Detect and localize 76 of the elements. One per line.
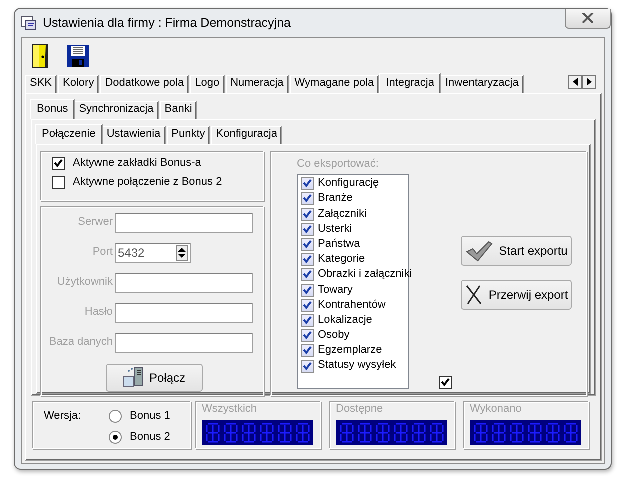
list-item-label[interactable]: Towary: [318, 284, 353, 297]
tab[interactable]: Bonus: [30, 99, 76, 119]
tab[interactable]: Ustawienia: [102, 126, 166, 144]
field-label: Hasło: [84, 306, 114, 320]
list-item-label[interactable]: Statusy wysyłek: [318, 359, 396, 373]
close-button[interactable]: [565, 9, 611, 29]
left-arrow-icon: [572, 78, 578, 86]
export-button[interactable]: Start exportu: [461, 236, 572, 266]
version-label: Wersja:: [44, 410, 82, 424]
tab[interactable]: Połączenie: [35, 124, 103, 144]
list-item-label[interactable]: Konfigurację: [318, 177, 380, 190]
tab[interactable]: Synchronizacja: [74, 101, 159, 119]
list-item-label[interactable]: Załączniki: [318, 208, 367, 221]
checkbox[interactable]: [439, 376, 452, 389]
tab[interactable]: Punkty: [166, 126, 210, 144]
checkbox[interactable]: [301, 253, 314, 266]
radio-button[interactable]: [109, 431, 122, 444]
export-heading: Co eksportować:: [297, 158, 379, 172]
tab[interactable]: Kolory: [58, 75, 100, 93]
tab[interactable]: Banki: [160, 101, 198, 119]
list-item-label[interactable]: Branże: [318, 192, 353, 206]
field-label: Baza danych: [48, 336, 114, 350]
checkbox[interactable]: [301, 208, 314, 221]
tab[interactable]: Konfiguracja: [211, 126, 282, 144]
tab[interactable]: SKK: [25, 75, 58, 93]
export-button[interactable]: Przerwij export: [461, 280, 572, 310]
radio-label[interactable]: Bonus 1: [130, 410, 170, 424]
checkbox[interactable]: [301, 238, 314, 252]
checkbox[interactable]: [301, 192, 314, 206]
radio-dot-icon: [113, 435, 118, 440]
list-item-label[interactable]: Egzemplarze: [318, 344, 382, 358]
checkbox-label[interactable]: Aktywne połączenie z Bonus 2: [73, 176, 222, 190]
field-label: Serwer: [77, 216, 114, 230]
list-item-label[interactable]: Lokalizacje: [318, 314, 372, 328]
checkbox[interactable]: [52, 176, 65, 190]
radio-label[interactable]: Bonus 2: [130, 431, 170, 444]
tab[interactable]: Logo: [190, 75, 225, 93]
scroll-left-button[interactable]: [568, 75, 582, 89]
checkbox[interactable]: [301, 222, 314, 236]
checkbox[interactable]: [301, 268, 314, 282]
list-item-label[interactable]: Obrazki i załączniki: [318, 268, 412, 282]
list-item-label[interactable]: Państwa: [318, 238, 360, 252]
checkbox[interactable]: [301, 314, 314, 327]
list-item-label[interactable]: Kategorie: [318, 253, 366, 266]
app-icon: [21, 15, 37, 31]
counter-label: Dostępne: [336, 403, 384, 416]
checkbox[interactable]: [301, 344, 314, 358]
checkbox[interactable]: [301, 284, 314, 297]
tab[interactable]: Wymagane pola: [290, 75, 380, 93]
right-arrow-icon: [586, 78, 592, 86]
list-item-label[interactable]: Usterki: [318, 222, 352, 236]
field-label: Port: [92, 246, 114, 260]
checkbox[interactable]: [301, 329, 314, 342]
checkbox[interactable]: [301, 360, 314, 373]
computer-icon: [123, 367, 146, 389]
tab[interactable]: Dodatkowe pola: [100, 75, 190, 93]
counter-label: Wszystkich: [202, 403, 258, 416]
close-icon: [582, 13, 594, 23]
checkbox[interactable]: [301, 177, 314, 190]
radio-button[interactable]: [109, 410, 122, 424]
checkbox-label[interactable]: Aktywne zakładki Bonus-a: [73, 157, 202, 170]
window-title: Ustawienia dla firmy : Firma Demonstracyjna: [43, 16, 291, 30]
counter-label: Wykonano: [470, 403, 523, 416]
checkbox[interactable]: [301, 298, 314, 312]
scroll-right-button[interactable]: [582, 75, 596, 89]
door-icon[interactable]: [31, 43, 49, 69]
tab[interactable]: Integracja: [379, 73, 442, 93]
list-item-label[interactable]: Kontrahentów: [318, 298, 386, 312]
spin-arrows-icon[interactable]: [176, 245, 188, 261]
tab[interactable]: Inwentaryzacja: [440, 75, 524, 93]
list-item-label[interactable]: Osoby: [318, 329, 350, 342]
field-label: Użytkownik: [56, 276, 114, 290]
cross-icon: [464, 284, 483, 306]
checkbox[interactable]: [52, 157, 65, 170]
tab[interactable]: Numeracja: [226, 75, 289, 93]
check-icon: [465, 240, 494, 262]
